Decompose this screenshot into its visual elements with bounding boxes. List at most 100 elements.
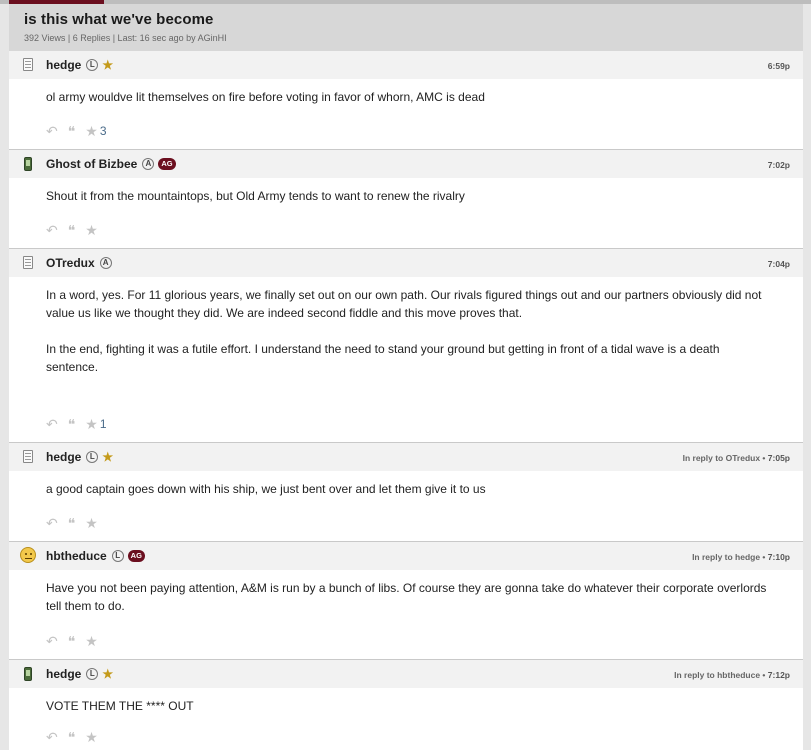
username-link[interactable]: hbtheduce xyxy=(46,549,107,563)
quote-icon[interactable]: ❝ xyxy=(68,124,76,138)
thread-header: is this what we've become 392 Views | 6 … xyxy=(9,4,803,51)
face-icon xyxy=(20,547,36,563)
user-status-badge: L xyxy=(86,451,99,463)
post-body: Have you not been paying attention, A&M … xyxy=(9,570,769,615)
post-timestamp: 6:59p xyxy=(768,61,790,71)
post: hbtheduce L AG In reply to hedge • 7:10p… xyxy=(9,542,803,660)
rate-star-icon[interactable]: ★ xyxy=(85,223,98,237)
post-time: 7:12p xyxy=(767,670,790,680)
post-paragraph: a good captain goes down with his ship, … xyxy=(46,482,486,496)
post: hedge L ★ 6:59p ol army wouldve lit them… xyxy=(9,51,803,150)
post-author: hbtheduce L AG xyxy=(46,549,145,563)
rate-star-icon[interactable]: ★ xyxy=(85,516,98,530)
post: hedge L ★ In reply to OTredux • 7:05p a … xyxy=(9,443,803,542)
post-paragraph: In a word, yes. For 11 glorious years, w… xyxy=(46,288,762,320)
quote-icon[interactable]: ❝ xyxy=(68,417,76,431)
post-header: OTredux A 7:04p xyxy=(9,249,803,277)
post-actions: ↶ ❝ ★ xyxy=(46,730,108,744)
reply-icon[interactable]: ↶ xyxy=(46,417,58,431)
quote-icon[interactable]: ❝ xyxy=(68,634,76,648)
phone-icon xyxy=(24,157,32,171)
reply-icon[interactable]: ↶ xyxy=(46,730,58,744)
reply-icon[interactable]: ↶ xyxy=(46,223,58,237)
post-actions: ↶ ❝ ★ xyxy=(46,634,108,648)
user-status-badge: L xyxy=(86,668,99,680)
thread-meta: 392 Views | 6 Replies | Last: 16 sec ago… xyxy=(24,33,227,43)
quote-icon[interactable]: ❝ xyxy=(68,516,76,530)
doc-icon xyxy=(23,58,33,71)
username-link[interactable]: OTredux xyxy=(46,256,95,270)
post-body: VOTE THEM THE **** OUT xyxy=(9,688,769,715)
post-paragraph: VOTE THEM THE **** OUT xyxy=(46,699,194,713)
star-icon: ★ xyxy=(102,667,114,681)
post: Ghost of Bizbee A AG 7:02p Shout it from… xyxy=(9,150,803,249)
doc-icon xyxy=(23,450,33,463)
post-author: hedge L ★ xyxy=(46,667,113,681)
post-actions: ↶ ❝ ★ 3 xyxy=(46,124,117,138)
phone-icon xyxy=(24,667,32,681)
post-body: In a word, yes. For 11 glorious years, w… xyxy=(9,277,769,376)
post-header: hedge L ★ In reply to hbtheduce • 7:12p xyxy=(9,660,803,688)
username-link[interactable]: Ghost of Bizbee xyxy=(46,157,137,171)
quote-icon[interactable]: ❝ xyxy=(68,223,76,237)
username-link[interactable]: hedge xyxy=(46,58,81,72)
post-header: hedge L ★ 6:59p xyxy=(9,51,803,79)
doc-icon xyxy=(23,256,33,269)
post-author: Ghost of Bizbee A AG xyxy=(46,157,176,171)
post-author: OTredux A xyxy=(46,256,112,270)
user-status-badge: A xyxy=(99,257,112,269)
post-timestamp: 7:02p xyxy=(768,160,790,170)
post: hedge L ★ In reply to hbtheduce • 7:12p … xyxy=(9,660,803,750)
star-icon: ★ xyxy=(102,450,114,464)
post-header: hbtheduce L AG In reply to hedge • 7:10p xyxy=(9,542,803,570)
reply-icon[interactable]: ↶ xyxy=(46,516,58,530)
rate-star-icon[interactable]: ★ xyxy=(85,634,98,648)
post-actions: ↶ ❝ ★ xyxy=(46,223,108,237)
post-time: 7:05p xyxy=(767,453,790,463)
post-author: hedge L ★ xyxy=(46,450,113,464)
rate-star-icon[interactable]: ★ xyxy=(85,124,98,138)
post-timestamp: In reply to hedge • 7:10p xyxy=(692,552,790,562)
in-reply-to-link[interactable]: In reply to OTredux • xyxy=(683,453,768,463)
quote-icon[interactable]: ❝ xyxy=(68,730,76,744)
post-time: 7:04p xyxy=(767,259,790,269)
in-reply-to-link[interactable]: In reply to hbtheduce • xyxy=(674,670,768,680)
ag-badge: AG xyxy=(127,550,145,562)
in-reply-to-link[interactable]: In reply to hedge • xyxy=(692,552,768,562)
post-list: hedge L ★ 6:59p ol army wouldve lit them… xyxy=(9,51,803,750)
post-paragraph: Shout it from the mountaintops, but Old … xyxy=(46,189,465,203)
reply-icon[interactable]: ↶ xyxy=(46,634,58,648)
rate-star-icon[interactable]: ★ xyxy=(85,730,98,744)
username-link[interactable]: hedge xyxy=(46,667,81,681)
post-time: 7:02p xyxy=(767,160,790,170)
post-timestamp: In reply to hbtheduce • 7:12p xyxy=(674,670,790,680)
post-paragraph: Have you not been paying attention, A&M … xyxy=(46,581,767,613)
ag-badge: AG xyxy=(158,158,176,170)
rate-star-icon[interactable]: ★ xyxy=(85,417,98,431)
post: OTredux A 7:04p In a word, yes. For 11 g… xyxy=(9,249,803,443)
user-status-badge: A xyxy=(142,158,155,170)
post-time: 6:59p xyxy=(767,61,790,71)
user-status-badge: L xyxy=(111,550,124,562)
post-time: 7:10p xyxy=(767,552,790,562)
post-body: a good captain goes down with his ship, … xyxy=(9,471,769,498)
post-timestamp: In reply to OTredux • 7:05p xyxy=(683,453,790,463)
user-status-badge: L xyxy=(86,59,99,71)
star-icon: ★ xyxy=(102,58,114,72)
thread-frame: is this what we've become 392 Views | 6 … xyxy=(9,4,803,750)
star-count: 3 xyxy=(99,124,107,138)
post-paragraph: ol army wouldve lit themselves on fire b… xyxy=(46,90,485,104)
thread-title: is this what we've become xyxy=(24,11,214,28)
reply-icon[interactable]: ↶ xyxy=(46,124,58,138)
post-author: hedge L ★ xyxy=(46,58,113,72)
post-paragraph: In the end, fighting it was a futile eff… xyxy=(46,342,720,374)
star-count: 1 xyxy=(99,417,107,431)
username-link[interactable]: hedge xyxy=(46,450,81,464)
post-body: ol army wouldve lit themselves on fire b… xyxy=(9,79,769,106)
post-timestamp: 7:04p xyxy=(768,259,790,269)
post-header: hedge L ★ In reply to OTredux • 7:05p xyxy=(9,443,803,471)
post-header: Ghost of Bizbee A AG 7:02p xyxy=(9,150,803,178)
post-body: Shout it from the mountaintops, but Old … xyxy=(9,178,769,205)
post-actions: ↶ ❝ ★ xyxy=(46,516,108,530)
post-actions: ↶ ❝ ★ 1 xyxy=(46,417,117,431)
